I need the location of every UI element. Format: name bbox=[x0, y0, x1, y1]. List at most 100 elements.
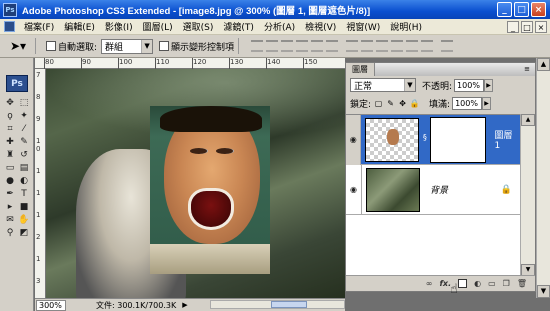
menu-help[interactable]: 說明(H) bbox=[385, 20, 427, 33]
menu-analysis[interactable]: 分析(A) bbox=[259, 20, 300, 33]
distribute-left-icon[interactable] bbox=[391, 40, 404, 52]
distribute-bottom-icon[interactable] bbox=[376, 40, 389, 52]
doc-minimize-button[interactable]: _ bbox=[507, 21, 519, 33]
chain-link-icon[interactable]: § bbox=[421, 133, 429, 147]
type-tool-icon[interactable]: T bbox=[17, 187, 31, 200]
document-icon[interactable] bbox=[4, 21, 15, 32]
layers-panel: 圖層 ≡ 正常 ▼ 不透明: 100% ▶ 鎖定: ▢ ✎ ✥ 🔒 填滿: 10… bbox=[345, 62, 536, 292]
lock-position-icon[interactable]: ✥ bbox=[398, 99, 407, 108]
link-icon[interactable]: ∞ bbox=[426, 279, 433, 288]
layer-name[interactable]: 背景 bbox=[430, 183, 448, 196]
horizontal-scrollbar[interactable] bbox=[210, 300, 345, 309]
visibility-eye-icon[interactable]: ◉ bbox=[346, 114, 362, 165]
align-left-icon[interactable] bbox=[296, 40, 309, 52]
scroll-up-icon[interactable]: ▲ bbox=[537, 58, 550, 71]
menu-window[interactable]: 視窗(W) bbox=[341, 20, 385, 33]
minimize-button[interactable]: _ bbox=[497, 2, 512, 17]
align-center-icon[interactable] bbox=[311, 40, 324, 52]
tab-layers[interactable]: 圖層 bbox=[346, 63, 375, 76]
doc-restore-button[interactable]: □ bbox=[521, 21, 533, 33]
move-tool-icon[interactable]: ✥ bbox=[3, 96, 17, 109]
fill-slider-arrow-icon[interactable]: ▶ bbox=[482, 96, 492, 110]
menu-image[interactable]: 影像(I) bbox=[100, 20, 138, 33]
left-eye bbox=[190, 148, 208, 154]
menu-edit[interactable]: 編輯(E) bbox=[59, 20, 100, 33]
adjustment-icon[interactable]: ◐ bbox=[474, 279, 481, 288]
vertical-ruler: 7 8 9 1 0 1 1 1 2 1 3 bbox=[35, 69, 46, 299]
lasso-tool-icon[interactable]: ϙ bbox=[3, 109, 17, 122]
eyedropper-tool-icon[interactable]: ⁄ bbox=[17, 122, 31, 135]
zoom-level-field[interactable]: 300% bbox=[36, 299, 66, 311]
maximize-button[interactable]: □ bbox=[514, 2, 529, 17]
add-mask-icon[interactable] bbox=[458, 279, 468, 288]
menu-select[interactable]: 選取(S) bbox=[178, 20, 219, 33]
opacity-field[interactable]: 100% bbox=[454, 78, 485, 92]
distribute-middle-icon[interactable] bbox=[361, 40, 374, 52]
auto-select-dropdown[interactable]: 群組 ▼ bbox=[101, 38, 154, 54]
pen-tool-icon[interactable]: ✒ bbox=[3, 187, 17, 200]
notes-tool-icon[interactable]: ✉ bbox=[3, 213, 17, 226]
blur-tool-icon[interactable]: ● bbox=[3, 174, 17, 187]
align-right-icon[interactable] bbox=[326, 40, 339, 52]
document-canvas[interactable] bbox=[46, 69, 345, 298]
color-swatch-icon[interactable]: ◩ bbox=[17, 226, 31, 239]
doc-close-button[interactable]: × bbox=[535, 21, 547, 33]
status-menu-arrow-icon[interactable]: ▶ bbox=[182, 301, 187, 309]
move-tool-preset-icon[interactable]: ➤▾ bbox=[5, 37, 31, 55]
distribute-center-icon[interactable] bbox=[406, 40, 419, 52]
lock-all-icon[interactable]: 🔒 bbox=[410, 99, 420, 108]
fill-field[interactable]: 100% bbox=[452, 96, 483, 110]
menu-layer[interactable]: 圖層(L) bbox=[138, 20, 178, 33]
history-brush-tool-icon[interactable]: ↺ bbox=[17, 148, 31, 161]
shape-tool-icon[interactable]: ■ bbox=[17, 200, 31, 213]
marquee-tool-icon[interactable]: ⬚ bbox=[17, 96, 31, 109]
zoom-tool-icon[interactable]: ⚲ bbox=[3, 226, 17, 239]
dodge-tool-icon[interactable]: ◐ bbox=[17, 174, 31, 187]
gradient-tool-icon[interactable]: ▤ bbox=[17, 161, 31, 174]
crop-tool-icon[interactable]: ⌗ bbox=[3, 122, 17, 135]
layer-mask-thumbnail[interactable] bbox=[429, 116, 486, 163]
hand-tool-icon[interactable]: ✋ bbox=[17, 213, 31, 226]
auto-select-checkbox[interactable] bbox=[46, 41, 56, 51]
menu-filter[interactable]: 濾鏡(T) bbox=[218, 20, 259, 33]
align-bottom-icon[interactable] bbox=[281, 40, 294, 52]
show-transform-checkbox[interactable] bbox=[159, 41, 170, 51]
path-selection-tool-icon[interactable]: ▸ bbox=[3, 200, 17, 213]
panel-menu-icon[interactable]: ≡ bbox=[522, 65, 532, 74]
new-layer-icon[interactable]: ❐ bbox=[503, 279, 510, 288]
layer-row-background[interactable]: ◉ 背景 🔒 bbox=[346, 164, 520, 215]
scroll-thumb[interactable] bbox=[271, 301, 307, 308]
photoshop-app-icon[interactable]: Ps bbox=[3, 2, 17, 17]
menu-view[interactable]: 檢視(V) bbox=[300, 20, 341, 33]
blend-mode-dropdown[interactable]: 正常 ▼ bbox=[350, 78, 416, 92]
trash-icon[interactable]: 🗑 bbox=[517, 279, 527, 288]
pasted-face-layer[interactable] bbox=[150, 106, 270, 274]
ruler-tick: 7 bbox=[36, 71, 41, 79]
auto-align-layers-icon[interactable] bbox=[441, 40, 454, 52]
scroll-down-icon[interactable]: ▼ bbox=[537, 285, 550, 298]
distribute-top-icon[interactable] bbox=[346, 40, 359, 52]
vertical-scrollbar[interactable]: ▲ ▼ bbox=[536, 58, 550, 298]
scroll-up-icon[interactable]: ▲ bbox=[521, 114, 535, 126]
brush-tool-icon[interactable]: ✎ bbox=[17, 135, 31, 148]
background-thumbnail[interactable] bbox=[366, 167, 420, 212]
align-top-icon[interactable] bbox=[251, 40, 264, 52]
layer-thumbnail[interactable] bbox=[365, 117, 420, 162]
layer-row-layer-1[interactable]: ◉ § 圖層 1 bbox=[346, 114, 520, 165]
healing-brush-tool-icon[interactable]: ✚ bbox=[3, 135, 17, 148]
clone-stamp-tool-icon[interactable]: ♜ bbox=[3, 148, 17, 161]
distribute-right-icon[interactable] bbox=[421, 40, 434, 52]
close-button[interactable]: × bbox=[531, 2, 546, 17]
lock-transparent-icon[interactable]: ▢ bbox=[374, 99, 383, 108]
layers-scrollbar[interactable]: ▲ ▼ bbox=[520, 114, 535, 276]
layer-name[interactable]: 圖層 1 bbox=[495, 128, 520, 151]
lock-pixels-icon[interactable]: ✎ bbox=[386, 99, 395, 108]
eraser-tool-icon[interactable]: ▭ bbox=[3, 161, 17, 174]
opacity-slider-arrow-icon[interactable]: ▶ bbox=[484, 78, 494, 92]
magic-wand-tool-icon[interactable]: ✦ bbox=[17, 109, 31, 122]
align-middle-icon[interactable] bbox=[266, 40, 279, 52]
visibility-eye-icon[interactable]: ◉ bbox=[346, 164, 362, 215]
document-size-info[interactable]: 文件: 300.1K/700.3K bbox=[96, 300, 176, 311]
menu-file[interactable]: 檔案(F) bbox=[19, 20, 59, 33]
folder-icon[interactable]: ▭ bbox=[488, 279, 496, 288]
